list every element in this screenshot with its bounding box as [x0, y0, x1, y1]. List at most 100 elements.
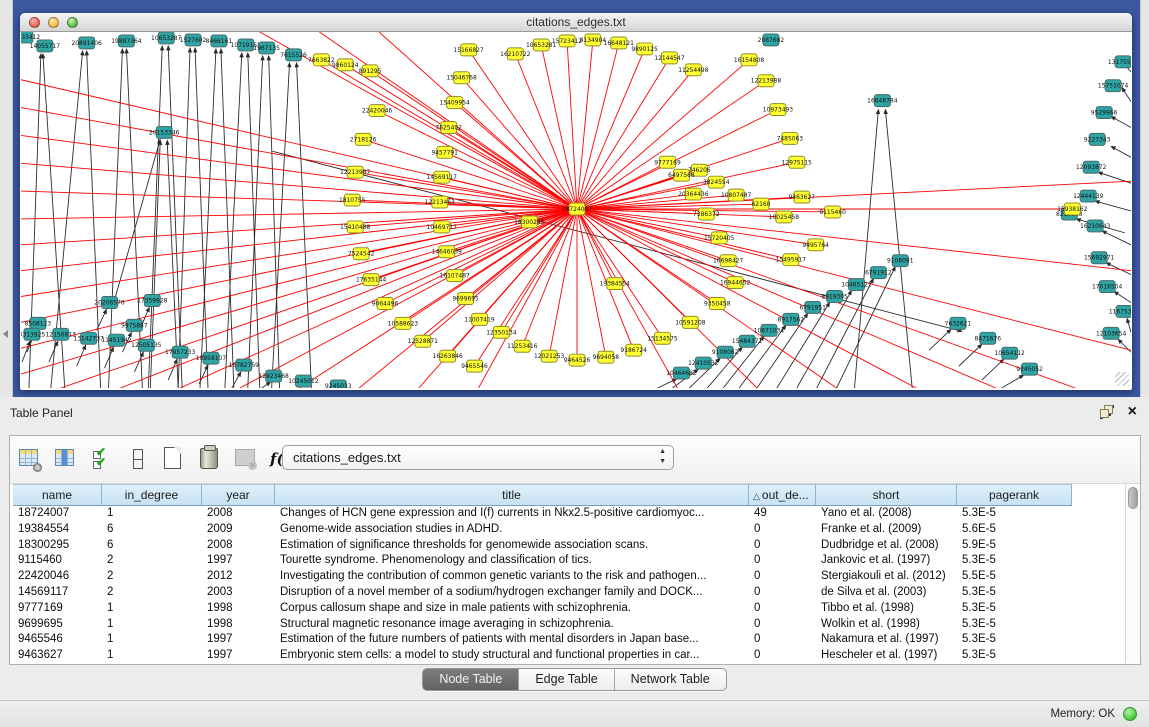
- table-source-dropdown[interactable]: citations_edges.txt ▲▼: [282, 445, 674, 470]
- table-vertical-scrollbar[interactable]: [1125, 484, 1140, 663]
- cell-pagerank[interactable]: 5.3E-5: [957, 553, 1072, 569]
- graph-node[interactable]: 6791912: [865, 267, 892, 279]
- delete-column-button[interactable]: [198, 446, 222, 472]
- cell-pagerank[interactable]: 5.9E-5: [957, 538, 1072, 554]
- graph-node[interactable]: 10465121: [841, 279, 872, 291]
- column-header-year[interactable]: year: [202, 484, 275, 506]
- graph-node[interactable]: 10807487: [721, 189, 752, 201]
- column-header-in_degree[interactable]: in_degree: [102, 484, 202, 506]
- graph-node[interactable]: 15484371: [732, 335, 763, 347]
- column-header-pagerank[interactable]: pagerank: [957, 484, 1072, 506]
- graph-node[interactable]: 17016504: [1092, 281, 1123, 293]
- cell-name[interactable]: 18724007: [13, 506, 102, 522]
- graph-node[interactable]: 11451942: [101, 334, 132, 346]
- graph-node[interactable]: 12410532: [688, 357, 719, 369]
- cell-year[interactable]: 1997: [202, 553, 275, 569]
- graph-node[interactable]: 15409954: [439, 97, 470, 109]
- citation-network-graph[interactable]: 1573341214055717208914061988736410653287…: [21, 32, 1131, 388]
- cell-short[interactable]: Dudbridge et al. (2008): [816, 538, 957, 554]
- graph-node[interactable]: 7663822: [308, 54, 335, 66]
- cell-name[interactable]: 9777169: [13, 601, 102, 617]
- graph-node[interactable]: 3824554: [703, 176, 730, 188]
- graph-node[interactable]: 12350134: [486, 326, 517, 338]
- graph-node[interactable]: 12528871: [408, 335, 439, 347]
- graph-node[interactable]: 16263846: [433, 350, 464, 362]
- window-resize-grip[interactable]: [1115, 372, 1129, 386]
- cell-in_degree[interactable]: 2: [102, 585, 202, 601]
- unselect-all-button[interactable]: [126, 446, 150, 472]
- graph-node[interactable]: 9465546: [461, 360, 488, 372]
- graph-node[interactable]: 8466161: [206, 35, 233, 47]
- graph-node[interactable]: 15046768: [446, 72, 477, 84]
- table-row[interactable]: 1872400712008Changes of HCN gene express…: [13, 506, 1137, 522]
- graph-node[interactable]: 2718126: [350, 133, 377, 145]
- graph-node[interactable]: 12213987: [340, 166, 371, 178]
- graph-node[interactable]: 19384554: [600, 278, 631, 290]
- cell-pagerank[interactable]: 5.3E-5: [957, 617, 1072, 633]
- cell-title[interactable]: Estimation of significance thresholds fo…: [275, 538, 749, 554]
- cell-name[interactable]: 14569117: [13, 585, 102, 601]
- graph-node[interactable]: 10698427: [713, 255, 744, 267]
- graph-node[interactable]: 22420046: [362, 105, 393, 117]
- graph-node[interactable]: 12213988: [751, 75, 782, 87]
- cell-in_degree[interactable]: 2: [102, 553, 202, 569]
- graph-node[interactable]: 15723412: [552, 35, 583, 47]
- table-row[interactable]: 1830029562008Estimation of significance …: [13, 538, 1137, 554]
- graph-node[interactable]: 11007419: [464, 313, 495, 325]
- network-window[interactable]: citations_edges.txt 15733412140557172089…: [20, 13, 1132, 390]
- cell-year[interactable]: 1998: [202, 617, 275, 633]
- graph-node[interactable]: 62160: [752, 198, 771, 210]
- graph-node[interactable]: 8508123: [25, 317, 52, 329]
- graph-node[interactable]: 9463627: [789, 191, 816, 203]
- graph-node[interactable]: 16210722: [500, 48, 531, 60]
- cell-out_degree[interactable]: 0: [749, 585, 816, 601]
- graph-node[interactable]: 9115460: [819, 206, 846, 218]
- cell-out_degree[interactable]: 49: [749, 506, 816, 522]
- graph-node[interactable]: 10464682: [666, 367, 697, 379]
- memory-status-indicator[interactable]: [1123, 707, 1137, 721]
- cell-name[interactable]: 22420046: [13, 569, 102, 585]
- tab-network-table[interactable]: Network Table: [615, 669, 726, 690]
- graph-node[interactable]: 9890125: [631, 43, 658, 55]
- cell-year[interactable]: 2003: [202, 585, 275, 601]
- tab-node-table[interactable]: Node Table: [423, 669, 519, 690]
- cell-in_degree[interactable]: 1: [102, 506, 202, 522]
- column-header-name[interactable]: name: [13, 484, 102, 506]
- graph-node[interactable]: 12505135: [131, 339, 162, 351]
- graph-node[interactable]: 12444139: [1073, 190, 1104, 202]
- graph-node[interactable]: 10588623: [388, 317, 419, 329]
- cell-title[interactable]: Disruption of a novel member of a sodium…: [275, 585, 749, 601]
- cell-in_degree[interactable]: 6: [102, 538, 202, 554]
- graph-node[interactable]: 16154808: [734, 54, 765, 66]
- cell-in_degree[interactable]: 6: [102, 522, 202, 538]
- graph-node[interactable]: 12156813: [46, 328, 77, 340]
- cell-pagerank[interactable]: 5.3E-5: [957, 648, 1072, 664]
- cell-short[interactable]: Yano et al. (2008): [816, 506, 957, 522]
- cell-year[interactable]: 1997: [202, 632, 275, 648]
- cell-name[interactable]: 9465546: [13, 632, 102, 648]
- cell-pagerank[interactable]: 5.6E-5: [957, 522, 1072, 538]
- graph-node[interactable]: 10973493: [763, 104, 794, 116]
- cell-name[interactable]: 9699695: [13, 617, 102, 633]
- graph-node[interactable]: 10958107: [196, 352, 227, 364]
- graph-node[interactable]: 11254498: [678, 64, 709, 76]
- graph-node[interactable]: 6791951: [799, 301, 826, 313]
- table-mode-button[interactable]: [18, 446, 42, 472]
- cell-short[interactable]: Stergiakouli et al. (2012): [816, 569, 957, 585]
- graph-node[interactable]: 7386372: [693, 208, 720, 220]
- delete-table-button[interactable]: [234, 446, 258, 472]
- table-row[interactable]: 969969511998Structural magnetic resonanc…: [13, 617, 1137, 633]
- graph-node[interactable]: 9108091: [887, 255, 914, 267]
- cell-out_degree[interactable]: 0: [749, 601, 816, 617]
- cell-in_degree[interactable]: 2: [102, 569, 202, 585]
- graph-node[interactable]: 16648784: [867, 95, 898, 107]
- cell-short[interactable]: Franke et al. (2009): [816, 522, 957, 538]
- graph-node[interactable]: 12975115: [782, 156, 813, 168]
- graph-node[interactable]: 9495764: [802, 239, 829, 251]
- graph-node[interactable]: 12021253: [534, 350, 565, 362]
- graph-node[interactable]: 10653287: [151, 32, 182, 44]
- column-header-out_degree[interactable]: △out_de...: [749, 484, 816, 506]
- table-row[interactable]: 946362711997Embryonic stem cells: a mode…: [13, 648, 1137, 664]
- cell-out_degree[interactable]: 0: [749, 522, 816, 538]
- graph-node[interactable]: 9699695: [452, 293, 479, 305]
